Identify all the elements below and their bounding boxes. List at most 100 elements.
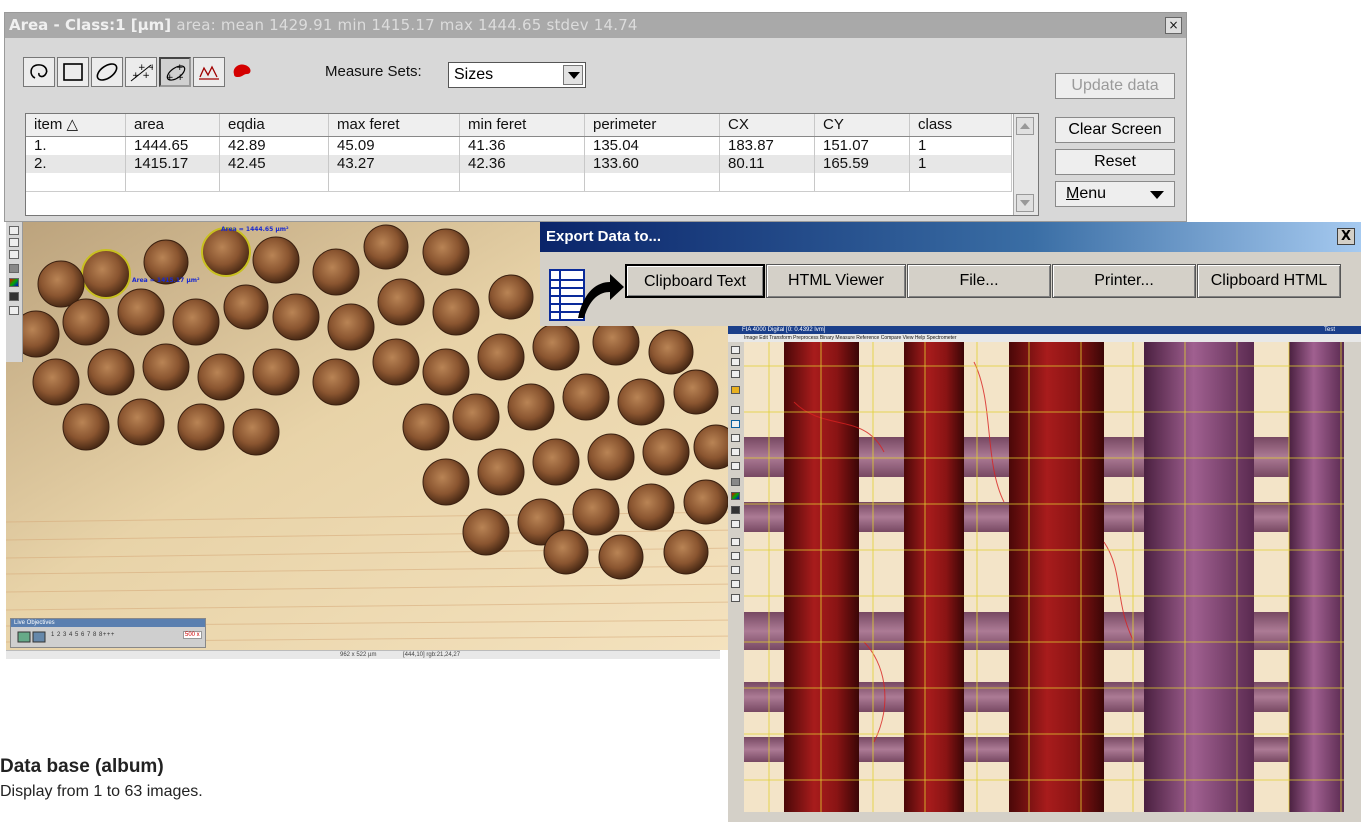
- column-header-eqdia[interactable]: eqdia: [220, 114, 329, 136]
- scroll-up-icon[interactable]: [1016, 117, 1034, 135]
- table-header: item △ area eqdia max feret min feret pe…: [26, 114, 1012, 137]
- column-header-class[interactable]: class: [910, 114, 1012, 136]
- tool-icon[interactable]: [731, 594, 740, 602]
- caption-title: Data base (album): [0, 756, 164, 777]
- fabric-window-title-bar: FIA 4000 Digital [0: 0.4392 lvm] Test: [728, 326, 1361, 334]
- color-tool-icon[interactable]: [9, 278, 19, 287]
- table-scrollbar[interactable]: [1013, 114, 1038, 215]
- blob-tool-button[interactable]: [227, 57, 259, 87]
- area-annotation-1: Area = 1444.65 µm²: [221, 226, 289, 233]
- tool-icon[interactable]: [9, 238, 19, 247]
- microscope-image-fabric[interactable]: [744, 342, 1344, 812]
- tool-icon[interactable]: [731, 538, 740, 546]
- tool-icon[interactable]: [731, 566, 740, 574]
- column-header-max-feret[interactable]: max feret: [329, 114, 460, 136]
- cell-min-feret: 42.36: [460, 155, 585, 173]
- cell-min-feret: 41.36: [460, 137, 585, 155]
- column-header-area[interactable]: area: [126, 114, 220, 136]
- fabric-window-title: FIA 4000 Digital [0: 0.4392 lvm]: [742, 327, 826, 333]
- cell-perimeter: 133.60: [585, 155, 720, 173]
- export-close-button[interactable]: X: [1337, 228, 1355, 245]
- measurement-title: Area - Class:1 [µm]: [9, 16, 172, 34]
- tool-icon[interactable]: [731, 580, 740, 588]
- clipboard-text-button[interactable]: Clipboard Text: [625, 264, 765, 298]
- update-data-button[interactable]: Update data: [1055, 73, 1175, 99]
- clipboard-html-button[interactable]: Clipboard HTML: [1197, 264, 1341, 298]
- tool-icon[interactable]: [731, 346, 740, 354]
- fabric-menu-bar[interactable]: Image Edit Transform Preprocess Binary M…: [728, 334, 1361, 342]
- fabric-right-toolbar: [1349, 342, 1361, 822]
- cell-empty: [220, 173, 329, 191]
- multi-point-tool-button[interactable]: + + ++ +: [125, 57, 157, 87]
- cell-empty: [329, 173, 460, 191]
- menu-button[interactable]: Menu: [1055, 181, 1175, 207]
- cell-area: 1415.17: [126, 155, 220, 173]
- cell-max-feret: 45.09: [329, 137, 460, 155]
- tool-icon[interactable]: [731, 520, 740, 528]
- column-header-cy[interactable]: CY: [815, 114, 910, 136]
- rectangle-tool-button[interactable]: [57, 57, 89, 87]
- lasso-tool-icon: [30, 64, 48, 79]
- tool-icon[interactable]: [731, 552, 740, 560]
- angled-points-tool-button[interactable]: + + +: [159, 57, 191, 87]
- measurement-table: item △ area eqdia max feret min feret pe…: [25, 113, 1039, 216]
- clear-screen-button[interactable]: Clear Screen: [1055, 117, 1175, 143]
- export-title: Export Data to...: [540, 222, 1361, 252]
- column-header-perimeter[interactable]: perimeter: [585, 114, 720, 136]
- table-row-empty[interactable]: [26, 173, 1012, 192]
- column-header-item[interactable]: item △: [26, 114, 126, 136]
- tool-icon[interactable]: [9, 306, 19, 315]
- tool-icon[interactable]: [731, 358, 740, 366]
- html-viewer-button[interactable]: HTML Viewer: [766, 264, 906, 298]
- close-button[interactable]: ×: [1165, 17, 1182, 34]
- color-tool-icon[interactable]: [731, 492, 740, 500]
- live-objectives-panel: Live Objectives 1 2 3 4 5 6 7 8 8+++ 500…: [10, 618, 206, 648]
- scroll-down-icon[interactable]: [1016, 194, 1034, 212]
- svg-text:+ +: + +: [138, 63, 153, 73]
- tool-icon[interactable]: [731, 434, 740, 442]
- chevron-down-icon[interactable]: [563, 65, 583, 85]
- table-row[interactable]: 1. 1444.65 42.89 45.09 41.36 135.04 183.…: [26, 137, 1012, 155]
- cell-cx: 80.11: [720, 155, 815, 173]
- measure-sets-value: Sizes: [454, 66, 494, 83]
- measure-sets-dropdown[interactable]: Sizes: [448, 62, 586, 88]
- svg-text:+ +: + +: [166, 73, 184, 83]
- tool-icon[interactable]: [731, 462, 740, 470]
- objective-zoom[interactable]: 500 x: [183, 631, 202, 639]
- tool-icon[interactable]: [9, 292, 19, 301]
- cell-cy: 165.59: [815, 155, 910, 173]
- area-annotation-2: Area = 1415.17 µm²: [132, 277, 200, 284]
- tool-icon[interactable]: [731, 448, 740, 456]
- tool-icon[interactable]: [731, 386, 740, 394]
- svg-text:+: +: [176, 63, 184, 73]
- table-row[interactable]: 2. 1415.17 42.45 43.27 42.36 133.60 80.1…: [26, 155, 1012, 173]
- cell-area: 1444.65: [126, 137, 220, 155]
- status-size: 962 x 522 µm: [340, 652, 377, 658]
- measurement-title-bar: Area - Class:1 [µm] area: mean 1429.91 m…: [5, 13, 1186, 38]
- camera-icon[interactable]: [17, 630, 47, 644]
- lasso-tool-button[interactable]: [23, 57, 55, 87]
- tool-icon[interactable]: [9, 264, 19, 273]
- column-header-min-feret[interactable]: min feret: [460, 114, 585, 136]
- profile-tool-button[interactable]: [193, 57, 225, 87]
- rectangle-tool-icon: [63, 63, 83, 81]
- printer-button[interactable]: Printer...: [1052, 264, 1196, 298]
- tool-icon[interactable]: [9, 250, 19, 259]
- tool-icon[interactable]: [731, 420, 740, 428]
- tool-icon[interactable]: [731, 406, 740, 414]
- fabric-menu-items[interactable]: Image Edit Transform Preprocess Binary M…: [744, 334, 957, 342]
- column-header-cx[interactable]: CX: [720, 114, 815, 136]
- objective-numbers[interactable]: 1 2 3 4 5 6 7 8 8+++: [51, 632, 115, 638]
- tool-icon[interactable]: [731, 370, 740, 378]
- tool-icon[interactable]: [731, 478, 740, 486]
- tool-icon[interactable]: [731, 506, 740, 514]
- live-objectives-title: Live Objectives: [11, 619, 205, 627]
- profile-tool-icon: [199, 65, 219, 80]
- measurement-window: Area - Class:1 [µm] area: mean 1429.91 m…: [4, 12, 1187, 222]
- cell-cx: 183.87: [720, 137, 815, 155]
- reset-button[interactable]: Reset: [1055, 149, 1175, 175]
- file-button[interactable]: File...: [907, 264, 1051, 298]
- ellipse-tool-button[interactable]: [91, 57, 123, 87]
- cell-item: 1.: [26, 137, 126, 155]
- tool-icon[interactable]: [9, 226, 19, 235]
